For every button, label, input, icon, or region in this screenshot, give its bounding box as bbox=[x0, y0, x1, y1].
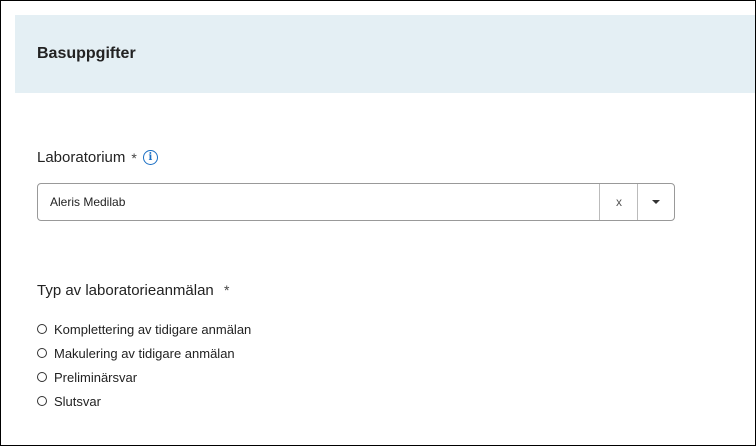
panel-title: Basuppgifter bbox=[37, 45, 136, 62]
clear-selection-button[interactable]: x bbox=[599, 184, 638, 220]
required-mark: * bbox=[131, 149, 137, 166]
radio-button-icon[interactable] bbox=[37, 372, 47, 382]
form-frame: Basuppgifter Laboratorium * i Aleris Med… bbox=[0, 0, 756, 446]
typ-radio-group: Komplettering av tidigare anmälan Makule… bbox=[37, 317, 251, 413]
radio-button-icon[interactable] bbox=[37, 324, 47, 334]
radio-option-makulering[interactable]: Makulering av tidigare anmälan bbox=[37, 341, 251, 365]
radio-button-icon[interactable] bbox=[37, 348, 47, 358]
typ-label-row: Typ av laboratorieanmälan * bbox=[37, 282, 229, 299]
radio-option-komplettering[interactable]: Komplettering av tidigare anmälan bbox=[37, 317, 251, 341]
required-mark: * bbox=[223, 282, 230, 298]
laboratorium-label: Laboratorium bbox=[37, 149, 126, 166]
radio-option-preliminarsvar[interactable]: Preliminärsvar bbox=[37, 365, 251, 389]
caret-down-icon bbox=[652, 200, 660, 204]
laboratorium-selected-value: Aleris Medilab bbox=[50, 195, 126, 209]
dropdown-toggle-button[interactable] bbox=[637, 184, 674, 220]
radio-option-slutsvar[interactable]: Slutsvar bbox=[37, 389, 251, 413]
panel-header: Basuppgifter bbox=[15, 15, 755, 93]
radio-option-label: Slutsvar bbox=[54, 393, 101, 409]
radio-option-label: Preliminärsvar bbox=[54, 369, 138, 385]
radio-button-icon[interactable] bbox=[37, 396, 47, 406]
typ-label: Typ av laboratorieanmälan bbox=[37, 282, 214, 299]
radio-option-label: Komplettering av tidigare anmälan bbox=[54, 321, 252, 337]
laboratorium-select[interactable]: Aleris Medilab x bbox=[37, 183, 675, 221]
info-icon[interactable]: i bbox=[142, 150, 158, 165]
laboratorium-label-row: Laboratorium * i bbox=[37, 149, 158, 166]
radio-option-label: Makulering av tidigare anmälan bbox=[54, 345, 235, 361]
